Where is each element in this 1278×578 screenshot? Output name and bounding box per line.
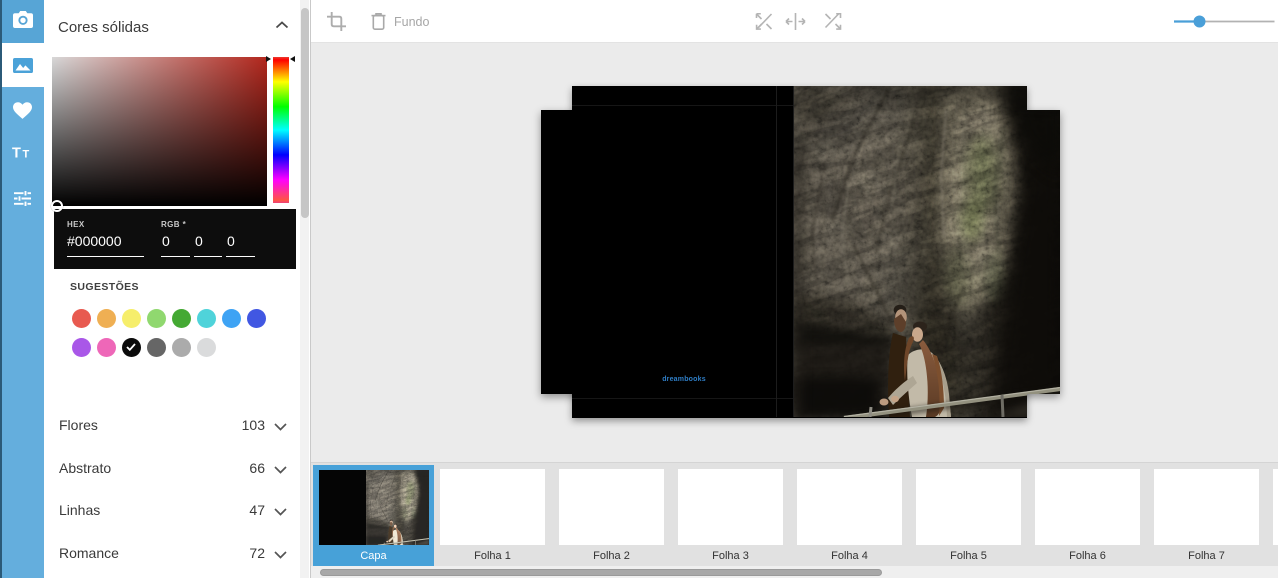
svg-text:T: T (12, 146, 21, 161)
svg-text:T: T (23, 149, 30, 161)
